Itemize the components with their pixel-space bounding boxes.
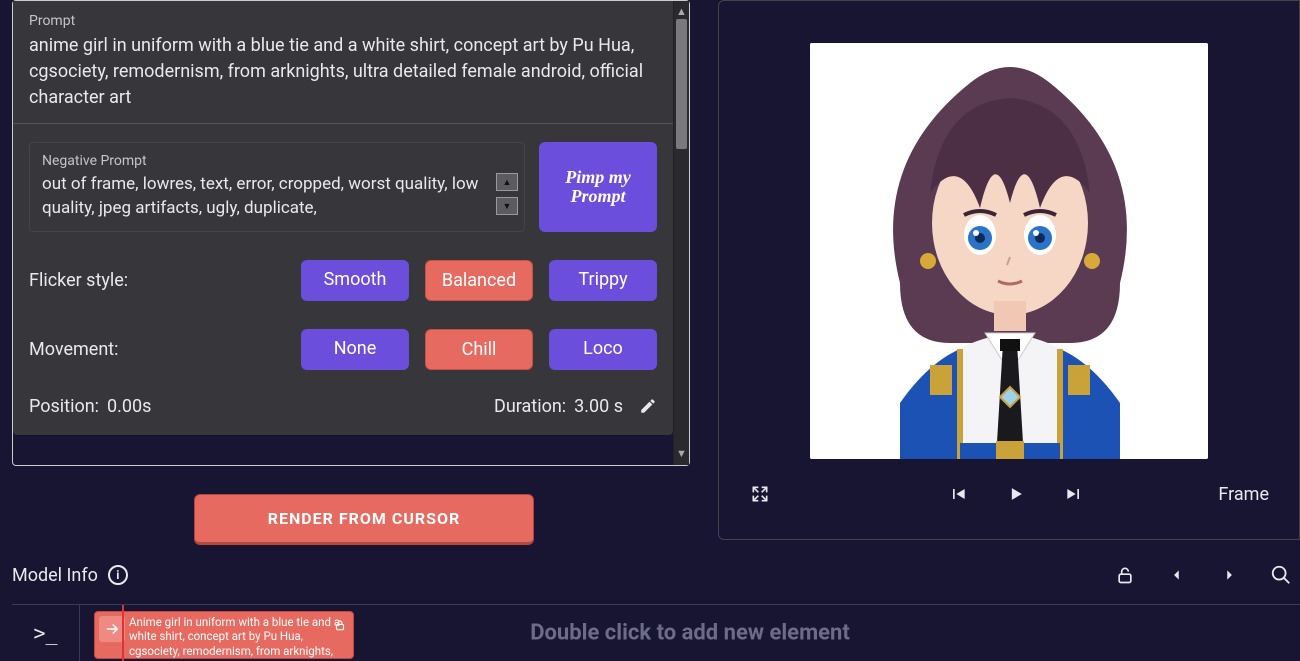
timeline-element[interactable]: Anime girl in uniform with a blue tie an… bbox=[94, 611, 354, 659]
config-scrollbar[interactable]: ▲ ▼ bbox=[673, 1, 689, 465]
timeline[interactable]: >_ Double click to add new element Anime… bbox=[12, 604, 1300, 661]
flicker-trippy-button[interactable]: Trippy bbox=[549, 260, 657, 301]
negative-prompt-box[interactable]: Negative Prompt out of frame, lowres, te… bbox=[29, 142, 525, 232]
flicker-balanced-button[interactable]: Balanced bbox=[425, 260, 533, 301]
movement-chill-button[interactable]: Chill bbox=[425, 329, 533, 370]
info-icon[interactable]: i bbox=[108, 565, 128, 585]
negative-prompt-label: Negative Prompt bbox=[42, 153, 512, 169]
flicker-style-label: Flicker style: bbox=[29, 270, 269, 291]
pimp-my-prompt-button[interactable]: Pimp my Prompt bbox=[539, 142, 657, 232]
neg-spin-up[interactable]: ▲ bbox=[496, 173, 518, 191]
config-panel: Prompt anime girl in uniform with a blue… bbox=[12, 0, 690, 466]
timeline-track[interactable]: Double click to add new element Anime gi… bbox=[80, 605, 1300, 661]
negative-prompt-text: out of frame, lowres, text, error, cropp… bbox=[42, 173, 512, 221]
prev-icon[interactable] bbox=[1166, 564, 1188, 586]
movement-loco-button[interactable]: Loco bbox=[549, 329, 657, 370]
render-from-cursor-button[interactable]: RENDER FROM CURSOR bbox=[194, 494, 534, 545]
scroll-down-icon[interactable]: ▼ bbox=[676, 447, 687, 461]
duration-label: Duration: bbox=[494, 396, 566, 417]
next-icon[interactable] bbox=[1218, 564, 1240, 586]
lock-icon[interactable] bbox=[333, 618, 347, 632]
position-value: 0.00s bbox=[107, 396, 151, 417]
edit-duration-icon[interactable] bbox=[639, 397, 657, 415]
skip-end-icon[interactable] bbox=[1063, 483, 1085, 505]
preview-canvas bbox=[810, 43, 1208, 459]
prompt-text: anime girl in uniform with a blue tie an… bbox=[29, 33, 657, 111]
prompt-label: Prompt bbox=[29, 13, 657, 29]
scroll-up-icon[interactable]: ▲ bbox=[676, 5, 687, 19]
neg-spin-down[interactable]: ▼ bbox=[496, 197, 518, 215]
zoom-icon[interactable] bbox=[1270, 564, 1292, 586]
timeline-element-text: Anime girl in uniform with a blue tie an… bbox=[129, 615, 347, 658]
flicker-smooth-button[interactable]: Smooth bbox=[301, 260, 409, 301]
prompt-box[interactable]: Prompt anime girl in uniform with a blue… bbox=[13, 1, 673, 124]
unlock-icon[interactable] bbox=[1114, 564, 1136, 586]
terminal-icon[interactable]: >_ bbox=[12, 605, 80, 661]
playhead[interactable] bbox=[122, 605, 124, 661]
model-info-label: Model Info bbox=[12, 565, 98, 586]
movement-label: Movement: bbox=[29, 339, 269, 360]
scroll-thumb[interactable] bbox=[676, 19, 687, 149]
skip-start-icon[interactable] bbox=[947, 483, 969, 505]
preview-panel: Frame bbox=[718, 0, 1300, 540]
preview-image bbox=[810, 43, 1208, 459]
position-label: Position: bbox=[29, 396, 99, 417]
movement-none-button[interactable]: None bbox=[301, 329, 409, 370]
frame-label: Frame bbox=[1218, 484, 1269, 505]
fullscreen-icon[interactable] bbox=[749, 483, 771, 505]
play-icon[interactable] bbox=[1005, 483, 1027, 505]
duration-value: 3.00 s bbox=[574, 396, 623, 417]
